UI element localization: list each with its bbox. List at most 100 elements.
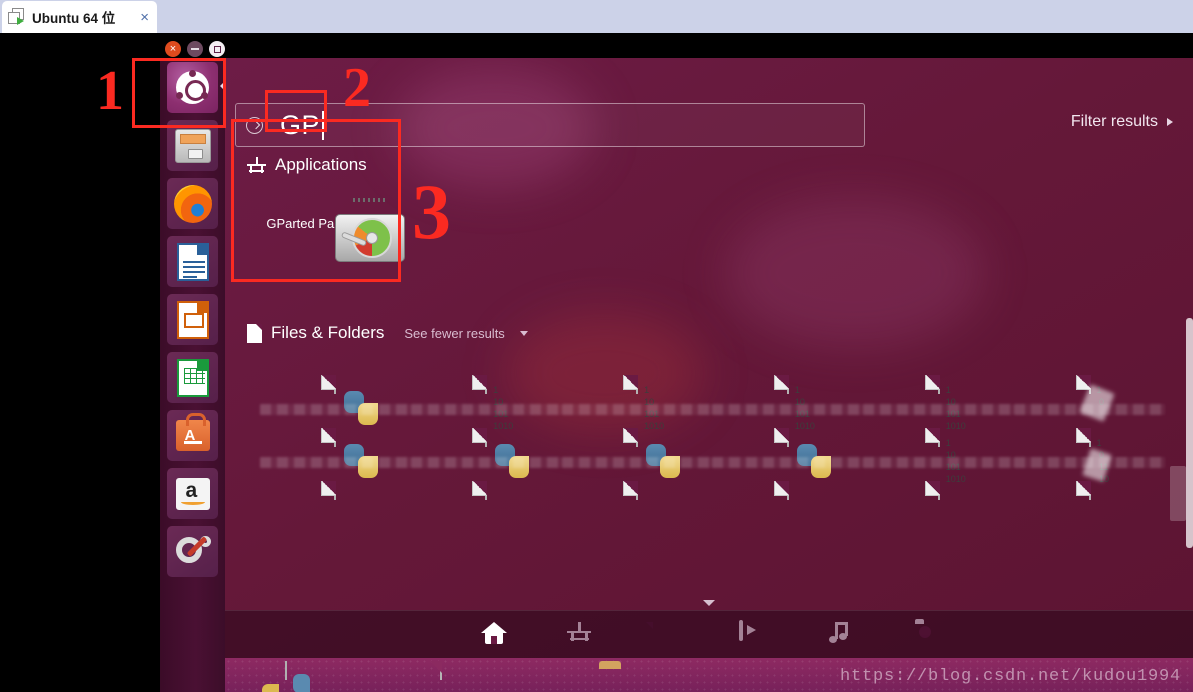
libreoffice-writer-icon <box>176 242 209 281</box>
lens-applications[interactable] <box>567 621 593 648</box>
annotation-number-1: 1 <box>96 60 124 122</box>
file-result-item[interactable] <box>260 428 411 478</box>
file-name-blurred <box>260 404 411 415</box>
applications-category-title: Applications <box>275 155 367 174</box>
dash-scroll-handle[interactable] <box>1170 466 1186 521</box>
minimize-icon <box>191 48 199 50</box>
binary-file-icon: 1101011010 <box>773 375 815 431</box>
binary-file-icon: 1101011010 <box>924 375 966 431</box>
file-name-blurred <box>561 404 713 415</box>
vmware-tab-bar: Ubuntu 64 位 × <box>0 0 1193 33</box>
python-file-icon <box>321 428 379 478</box>
launcher-item-system-settings[interactable] <box>167 526 218 577</box>
file-result-item[interactable] <box>260 375 411 425</box>
files-result-row: 1101011010 1 0 11 10 <box>260 428 1165 484</box>
ubuntu-logo-icon <box>176 70 209 104</box>
ubuntu-software-icon: A <box>175 413 210 451</box>
file-result-item[interactable] <box>712 428 864 478</box>
close-icon[interactable]: × <box>138 9 151 26</box>
file-result-item[interactable] <box>410 428 562 478</box>
vm-screen: × A a GP Filter results Applications GPa… <box>0 33 1193 692</box>
launcher-item-ubuntu-software[interactable]: A <box>167 410 218 461</box>
file-result-item[interactable] <box>863 481 1014 500</box>
lens-home[interactable] <box>481 621 507 648</box>
application-result-gparted[interactable]: GParted Partition Editor <box>260 198 410 262</box>
file-icon <box>924 481 940 500</box>
files-result-row <box>260 481 1165 500</box>
lens-files[interactable] <box>653 622 679 648</box>
python-file-icon <box>623 428 681 478</box>
file-result-item[interactable] <box>411 481 562 500</box>
file-result-item[interactable]: 1101011010 <box>410 375 562 431</box>
system-settings-icon <box>175 535 211 569</box>
binary-file-icon: 1 0 11 10 <box>1075 428 1112 484</box>
file-icon <box>321 481 337 500</box>
applications-icon <box>247 156 266 174</box>
file-result-item[interactable] <box>562 481 713 500</box>
files-folders-category-title: Files & Folders <box>271 323 385 342</box>
scroll-down-indicator-icon[interactable] <box>703 600 715 606</box>
binary-file-icon: 1 0 <box>1075 375 1115 422</box>
file-result-item[interactable] <box>561 428 713 478</box>
file-result-item[interactable]: 1101011010 <box>863 375 1015 431</box>
launcher-item-files[interactable] <box>167 120 218 171</box>
video-icon <box>739 619 743 641</box>
dash-lens-bar <box>225 610 1193 658</box>
file-name-blurred <box>1014 404 1165 415</box>
file-icon <box>1075 481 1091 500</box>
launcher-item-amazon[interactable]: a <box>167 468 218 519</box>
maximize-icon <box>213 45 221 53</box>
vm-thumbnail-icon <box>8 8 26 26</box>
launcher-item-libreoffice-writer[interactable] <box>167 236 218 287</box>
files-folders-category-header: Files & Folders See fewer results <box>247 323 528 343</box>
binary-file-icon: 1101011010 <box>924 428 966 484</box>
file-icon <box>247 323 262 343</box>
binary-file-icon: 1101011010 <box>472 375 513 431</box>
desktop-icon-python-file[interactable] <box>262 661 310 692</box>
amazon-icon: a <box>175 477 210 510</box>
file-name-blurred <box>712 404 864 415</box>
unity-dash: GP Filter results Applications GParted F… <box>225 58 1193 658</box>
launcher-item-libreoffice-calc[interactable] <box>167 352 218 403</box>
launcher-item-firefox[interactable] <box>167 178 218 229</box>
file-result-item[interactable]: 1101011010 <box>561 375 713 431</box>
unity-launcher: A a <box>160 58 225 692</box>
window-minimize-button[interactable] <box>187 41 203 57</box>
dash-search-row: GP Filter results <box>235 103 1183 147</box>
launcher-item-libreoffice-impress[interactable] <box>167 294 218 345</box>
file-result-item[interactable] <box>712 481 863 500</box>
window-maximize-button[interactable] <box>209 41 225 57</box>
file-result-item[interactable] <box>260 481 411 500</box>
lens-photos[interactable] <box>911 622 937 648</box>
chevron-down-icon[interactable] <box>519 330 528 336</box>
file-cabinet-icon <box>174 128 211 163</box>
lens-music[interactable] <box>825 621 851 648</box>
libreoffice-calc-icon <box>176 358 209 397</box>
file-name-blurred <box>863 457 1015 468</box>
text-cursor <box>322 110 325 140</box>
window-close-button[interactable]: × <box>165 41 181 57</box>
desktop-icon-document[interactable] <box>440 661 442 680</box>
files-results-grid: 1101011010 1101011010 1101011010 <box>260 375 1165 514</box>
file-name-blurred <box>1014 457 1165 468</box>
see-fewer-results-button[interactable]: See fewer results <box>404 326 504 341</box>
lens-video[interactable] <box>739 619 765 648</box>
python-file-icon <box>773 428 831 478</box>
file-name-blurred <box>712 457 864 468</box>
launcher-item-ubuntu-dash[interactable] <box>167 62 225 113</box>
file-result-item[interactable]: 1101011010 <box>863 428 1015 484</box>
close-icon: × <box>169 42 177 55</box>
python-file-icon <box>321 375 379 425</box>
file-result-item[interactable]: 1101011010 <box>712 375 864 431</box>
file-result-item[interactable]: 1 0 <box>1014 375 1165 422</box>
file-result-item[interactable] <box>1014 481 1165 500</box>
dash-scrollbar[interactable] <box>1186 318 1193 548</box>
vmware-vm-tab[interactable]: Ubuntu 64 位 × <box>2 1 157 33</box>
file-result-item[interactable]: 1 0 11 10 <box>1014 428 1165 484</box>
filter-results-button[interactable]: Filter results <box>1071 113 1173 131</box>
dash-search-field[interactable]: GP <box>235 103 865 147</box>
search-input-value: GP <box>280 109 321 140</box>
file-icon <box>623 481 639 500</box>
python-file-icon <box>472 428 530 478</box>
watermark-text: https://blog.csdn.net/kudou1994 <box>839 667 1181 686</box>
